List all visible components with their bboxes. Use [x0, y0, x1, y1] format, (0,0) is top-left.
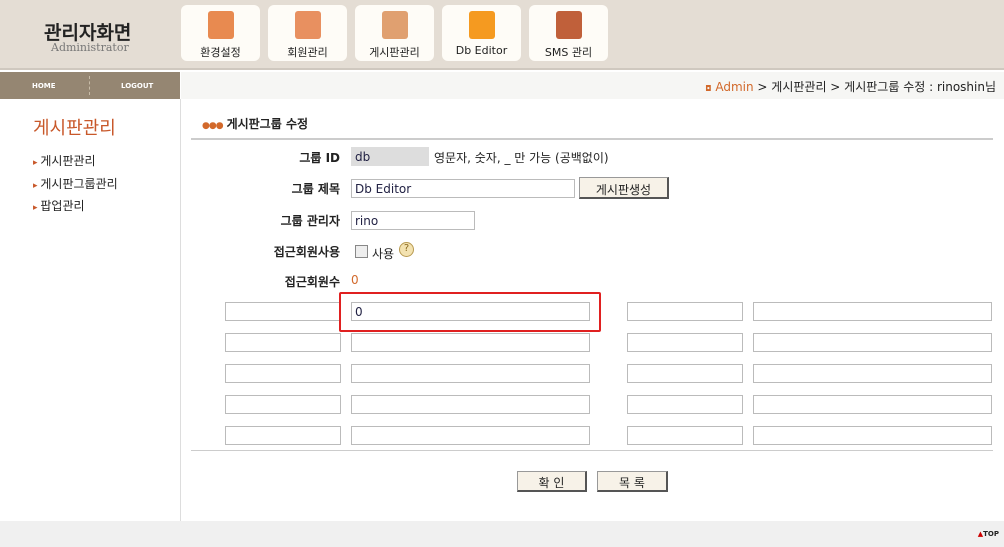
access-count-label: 접근회원수: [284, 275, 340, 289]
logo-subtitle: Administrator: [51, 41, 129, 54]
logout-link[interactable]: LOGOUT: [121, 82, 153, 90]
divider: [191, 138, 993, 140]
breadcrumb: ◘ Admin > 게시판관리 > 게시판그룹 수정 : rinoshin님: [705, 78, 996, 95]
group-id-label: 그룹 ID: [299, 151, 340, 165]
grid-icon: [468, 11, 495, 39]
section-title-text: 게시판그룹 수정: [226, 117, 309, 131]
access-use-label: 접근회원사용: [273, 245, 340, 259]
extra-field-input[interactable]: [753, 333, 992, 352]
sidebar-item-board-group[interactable]: 게시판그룹관리: [33, 175, 117, 192]
extra-field-input[interactable]: [351, 426, 590, 445]
top-link[interactable]: ▲TOP: [978, 530, 999, 538]
access-count-value: 0: [351, 273, 359, 287]
bullet-icon: ◘: [705, 84, 712, 93]
nav-tab-3[interactable]: Db Editor: [442, 5, 521, 61]
access-use-checkbox[interactable]: [355, 245, 368, 258]
nav-tab-label: 환경설정: [200, 46, 241, 59]
breadcrumb-bar: ◘ Admin > 게시판관리 > 게시판그룹 수정 : rinoshin님: [181, 72, 1004, 99]
extra-field-input[interactable]: [627, 333, 743, 352]
group-title-input[interactable]: Db Editor: [351, 179, 575, 198]
extra-field-input[interactable]: [753, 302, 992, 321]
extra-field-input[interactable]: [225, 364, 341, 383]
extra-field-input[interactable]: [225, 395, 341, 414]
members-icon: [294, 11, 321, 39]
help-icon[interactable]: ?: [399, 242, 414, 257]
extra-field-input[interactable]: [225, 302, 341, 321]
extra-field-input[interactable]: [351, 364, 590, 383]
nav-tab-2[interactable]: 게시판관리: [355, 5, 434, 61]
extra-field-input[interactable]: [753, 395, 992, 414]
nav-tab-label: Db Editor: [455, 44, 508, 57]
top-link-text: TOP: [983, 530, 999, 538]
extra-field-input[interactable]: [627, 426, 743, 445]
home-link[interactable]: HOME: [32, 82, 56, 90]
sidebar-item-popup[interactable]: 팝업관리: [33, 197, 84, 214]
section-title: ●●● 게시판그룹 수정: [202, 115, 308, 132]
extra-field-input[interactable]: [753, 426, 992, 445]
monitor-icon: [207, 11, 234, 39]
access-use-checkbox-label: 사용: [372, 247, 395, 261]
sidebar-title: 게시판관리: [33, 118, 116, 139]
sidebar-divider: [180, 99, 181, 521]
extra-field-input[interactable]: [627, 302, 743, 321]
group-id-hint: 영문자, 숫자, _ 만 가능 (공백없이): [434, 151, 609, 165]
extra-field-input[interactable]: [351, 395, 590, 414]
divider: [89, 76, 90, 95]
group-title-label: 그룹 제목: [291, 182, 340, 196]
nav-tab-0[interactable]: 환경설정: [181, 5, 260, 61]
nav-tab-label: SMS 관리: [544, 46, 593, 59]
highlight-box: [339, 292, 601, 332]
extra-field-input[interactable]: [225, 426, 341, 445]
extra-field-input[interactable]: [753, 364, 992, 383]
divider: [191, 450, 993, 451]
create-board-button[interactable]: 게시판생성: [579, 177, 669, 199]
confirm-button[interactable]: 확 인: [517, 471, 587, 492]
extra-field-input[interactable]: [351, 333, 590, 352]
phone-icon: [555, 11, 582, 39]
breadcrumb-path: > 게시판관리 > 게시판그룹 수정 : rinoshin님: [753, 80, 996, 94]
notepad-icon: [381, 11, 408, 39]
nav-tab-label: 회원관리: [287, 46, 328, 59]
extra-field-input[interactable]: [225, 333, 341, 352]
extra-field-input[interactable]: [627, 364, 743, 383]
dots-icon: ●●●: [202, 121, 224, 131]
nav-tab-1[interactable]: 회원관리: [268, 5, 347, 61]
footer: ▲TOP: [0, 521, 1004, 547]
nav-tab-4[interactable]: SMS 관리: [529, 5, 608, 61]
list-button[interactable]: 목 록: [597, 471, 668, 492]
group-admin-label: 그룹 관리자: [280, 214, 340, 228]
nav-tab-label: 게시판관리: [369, 46, 420, 59]
group-admin-input[interactable]: rino: [351, 211, 475, 230]
group-id-input[interactable]: db: [351, 147, 429, 166]
sidebar-item-board[interactable]: 게시판관리: [33, 152, 95, 169]
extra-field-input[interactable]: [627, 395, 743, 414]
top-nav: HOME LOGOUT: [0, 72, 180, 99]
breadcrumb-root[interactable]: Admin: [715, 80, 753, 94]
